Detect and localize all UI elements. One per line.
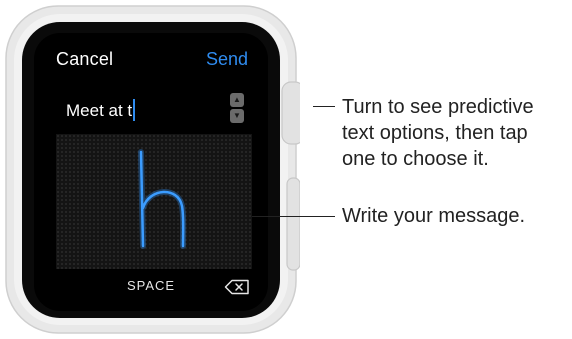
apple-watch: Cancel Send Meet at t ▲ ▼ SPACE <box>0 0 300 339</box>
side-button[interactable] <box>286 177 300 271</box>
message-text: Meet at t <box>66 101 133 120</box>
cancel-button[interactable]: Cancel <box>56 49 113 70</box>
arrow-down-icon[interactable]: ▼ <box>230 109 244 123</box>
crown-callout-line-1: Turn to see predictive <box>342 96 534 118</box>
delete-backspace-icon[interactable] <box>224 279 250 295</box>
crown-callout-line <box>313 106 335 107</box>
text-caret <box>133 99 136 121</box>
stepper-arrows-icon[interactable]: ▲ ▼ <box>230 93 244 123</box>
crown-callout-line-2: text options, then tap <box>342 122 528 144</box>
crown-callout-line-3: one to choose it. <box>342 148 489 170</box>
write-callout-line <box>252 216 335 217</box>
digital-crown[interactable] <box>281 81 300 145</box>
space-button[interactable]: SPACE <box>127 278 175 293</box>
arrow-up-icon[interactable]: ▲ <box>230 93 244 107</box>
write-callout-text: Write your message. <box>342 205 526 227</box>
message-field[interactable]: Meet at t <box>66 99 136 121</box>
send-button[interactable]: Send <box>206 49 248 70</box>
crown-callout-text: Turn to see predictive text options, the… <box>342 94 534 172</box>
handwritten-h-stroke <box>138 149 187 249</box>
watch-screen: Cancel Send Meet at t ▲ ▼ SPACE <box>34 33 268 311</box>
handwriting-canvas[interactable] <box>56 134 252 269</box>
